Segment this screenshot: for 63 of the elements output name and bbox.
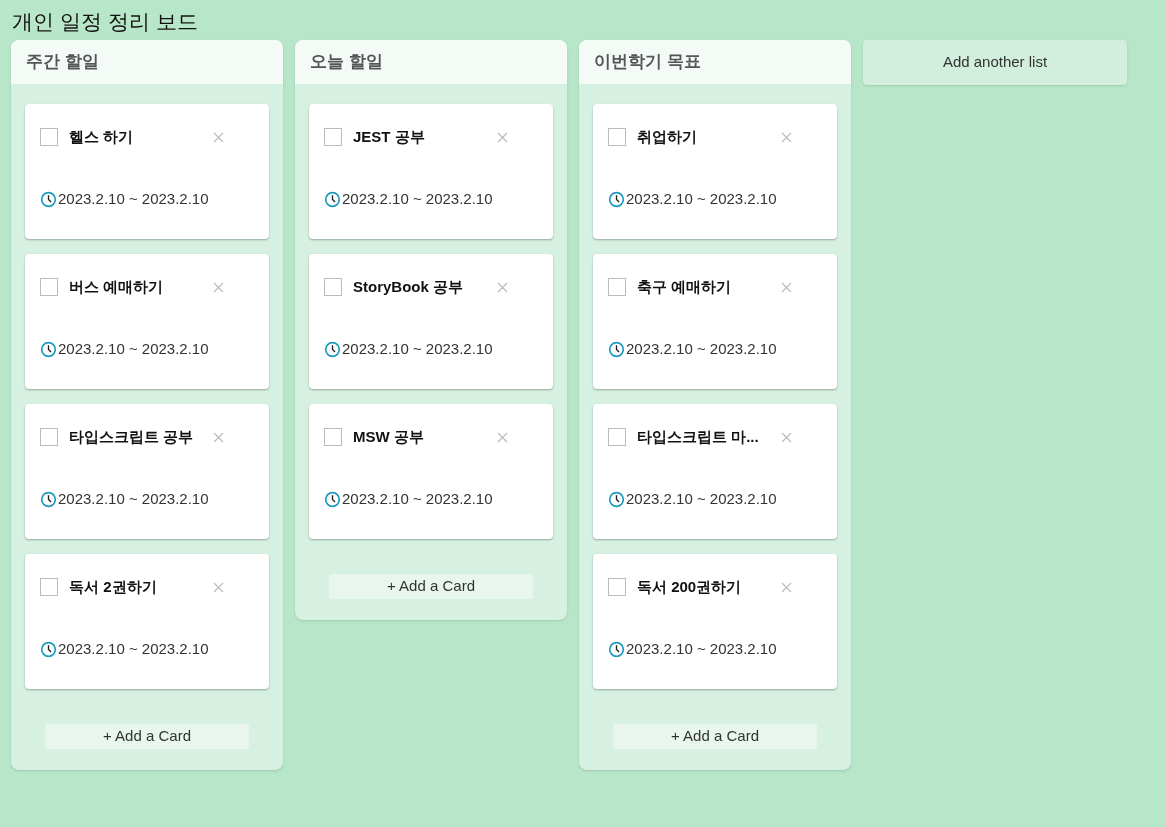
task-title: JEST 공부 bbox=[353, 126, 426, 147]
close-icon[interactable] bbox=[781, 431, 792, 443]
task-title: StoryBook 공부 bbox=[353, 276, 464, 297]
task-title: 타입스크립트 마... bbox=[637, 426, 760, 447]
close-icon[interactable] bbox=[781, 581, 792, 593]
board-title: 개인 일정 정리 보드 bbox=[11, 9, 199, 35]
task-title: 취업하기 bbox=[637, 126, 698, 147]
add-card-button[interactable]: + Add a Card bbox=[329, 574, 533, 599]
close-icon[interactable] bbox=[213, 431, 224, 443]
clock-icon bbox=[608, 640, 625, 658]
checkbox[interactable] bbox=[324, 128, 342, 146]
checkbox[interactable] bbox=[324, 278, 342, 296]
checkbox[interactable] bbox=[608, 428, 626, 446]
task-title: 버스 예매하기 bbox=[69, 276, 165, 297]
task-title: 독서 2권하기 bbox=[69, 576, 158, 597]
list-title: 오늘 할일 bbox=[310, 51, 383, 74]
clock-icon bbox=[324, 190, 341, 208]
clock-icon bbox=[324, 340, 341, 358]
task-title: 헬스 하기 bbox=[69, 126, 135, 147]
task-title: 타입스크립트 공부 bbox=[69, 426, 195, 447]
clock-icon bbox=[608, 190, 625, 208]
date-range: 2023.2.10 ~ 2023.2.10 bbox=[58, 339, 209, 359]
add-card-button[interactable]: + Add a Card bbox=[45, 724, 249, 749]
checkbox[interactable] bbox=[40, 578, 58, 596]
date-range: 2023.2.10 ~ 2023.2.10 bbox=[342, 189, 493, 209]
close-icon[interactable] bbox=[213, 281, 224, 293]
close-icon[interactable] bbox=[781, 131, 792, 143]
list-title: 이번학기 목표 bbox=[594, 51, 701, 74]
date-range: 2023.2.10 ~ 2023.2.10 bbox=[58, 639, 209, 659]
add-card-button[interactable]: + Add a Card bbox=[613, 724, 817, 749]
clock-icon bbox=[40, 640, 57, 658]
date-range: 2023.2.10 ~ 2023.2.10 bbox=[626, 489, 777, 509]
checkbox[interactable] bbox=[40, 128, 58, 146]
clock-icon bbox=[324, 490, 341, 508]
date-range: 2023.2.10 ~ 2023.2.10 bbox=[58, 189, 209, 209]
checkbox[interactable] bbox=[40, 278, 58, 296]
date-range: 2023.2.10 ~ 2023.2.10 bbox=[342, 489, 493, 509]
close-icon[interactable] bbox=[213, 581, 224, 593]
checkbox[interactable] bbox=[608, 278, 626, 296]
close-icon[interactable] bbox=[497, 431, 508, 443]
close-icon[interactable] bbox=[213, 131, 224, 143]
checkbox[interactable] bbox=[608, 578, 626, 596]
list-title: 주간 할일 bbox=[26, 51, 99, 74]
clock-icon bbox=[40, 490, 57, 508]
checkbox[interactable] bbox=[324, 428, 342, 446]
add-list-button[interactable]: Add another list bbox=[863, 40, 1127, 85]
task-title: 독서 200권하기 bbox=[637, 576, 743, 597]
task-title: 축구 예매하기 bbox=[637, 276, 733, 297]
checkbox[interactable] bbox=[40, 428, 58, 446]
checkbox[interactable] bbox=[608, 128, 626, 146]
date-range: 2023.2.10 ~ 2023.2.10 bbox=[626, 339, 777, 359]
task-title: MSW 공부 bbox=[353, 426, 425, 447]
date-range: 2023.2.10 ~ 2023.2.10 bbox=[342, 339, 493, 359]
date-range: 2023.2.10 ~ 2023.2.10 bbox=[626, 639, 777, 659]
close-icon[interactable] bbox=[497, 281, 508, 293]
clock-icon bbox=[608, 340, 625, 358]
close-icon[interactable] bbox=[497, 131, 508, 143]
close-icon[interactable] bbox=[781, 281, 792, 293]
clock-icon bbox=[40, 190, 57, 208]
clock-icon bbox=[40, 340, 57, 358]
date-range: 2023.2.10 ~ 2023.2.10 bbox=[626, 189, 777, 209]
date-range: 2023.2.10 ~ 2023.2.10 bbox=[58, 489, 209, 509]
clock-icon bbox=[608, 490, 625, 508]
